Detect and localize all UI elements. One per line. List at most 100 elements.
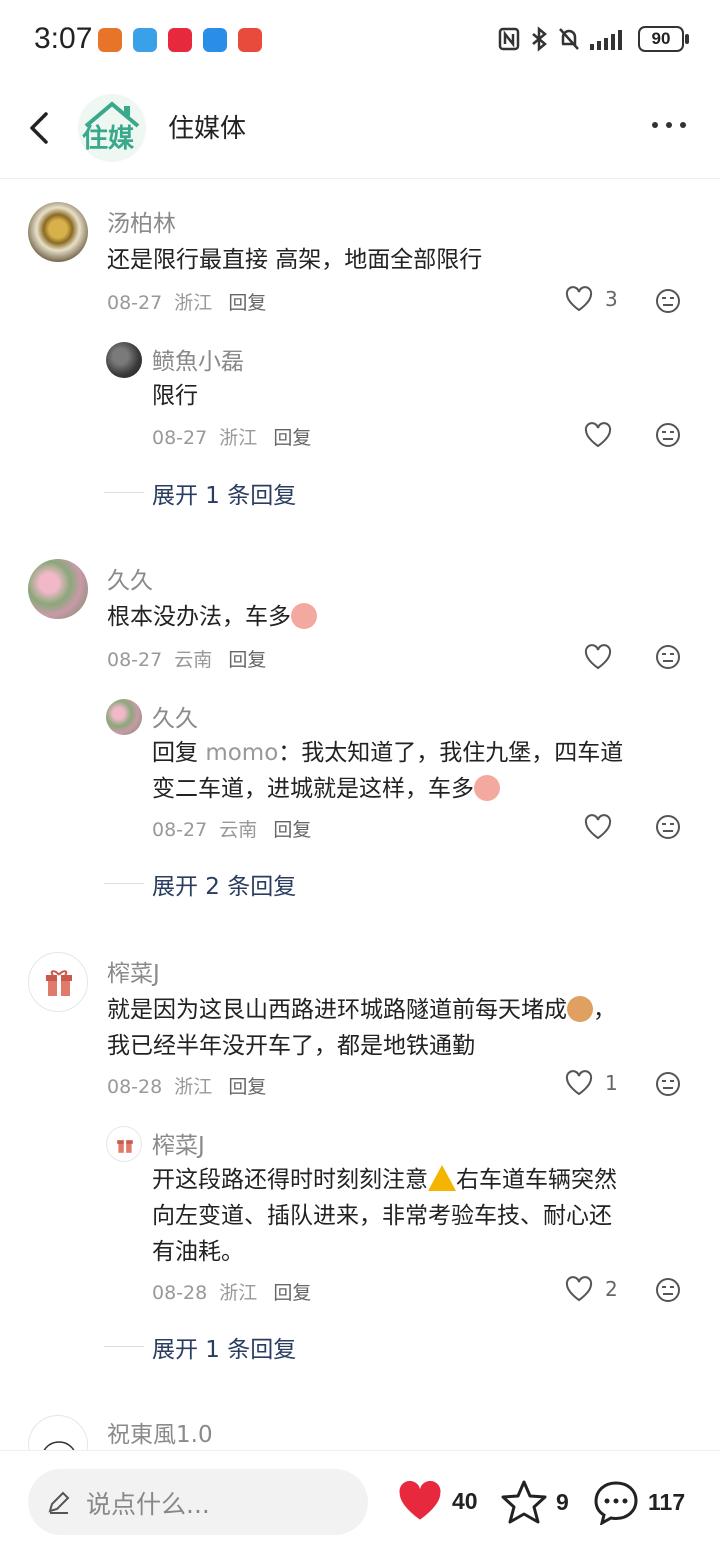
avatar[interactable] (106, 1126, 142, 1162)
favorite-count: 9 (556, 1488, 569, 1515)
comment-count: 117 (648, 1488, 686, 1515)
reply-button[interactable]: 回复 (273, 819, 311, 841)
reply-prefix: 回复 (152, 740, 198, 766)
avatar[interactable] (28, 202, 88, 262)
notification-icons (98, 28, 262, 52)
reply-button[interactable]: 回复 (273, 427, 311, 449)
heart-outline-icon[interactable] (584, 644, 612, 670)
comment-username[interactable]: 祝東風1.0 (107, 1415, 213, 1449)
like-count: 3 (605, 287, 618, 311)
dog-emoji-icon (567, 996, 593, 1022)
favorite-button[interactable]: 9 (500, 1479, 569, 1525)
app-notification-icon (98, 28, 122, 52)
reply-text-line2: 变二车道，进城就是这样，车多 (152, 776, 474, 802)
bluetooth-icon (532, 26, 547, 52)
comment-text: 还是限行最直接 高架，地面全部限行 (107, 247, 483, 273)
avatar[interactable] (106, 342, 142, 378)
avatar[interactable] (28, 952, 88, 1012)
reply-location: 云南 (219, 819, 258, 841)
comment-text-line2: 我已经半年没开车了，都是地铁通勤 (107, 1033, 475, 1059)
reply-text-line2: 向左变道、插队进来，非常考验车技、耐心还 (152, 1203, 612, 1229)
status-time: 3:07 (34, 22, 93, 55)
app-notification-icon (133, 28, 157, 52)
comment-username[interactable]: 榨菜J (107, 954, 160, 988)
reply-text: 开这段路还得时时刻刻注意 右车道车辆突然 向左变道、插队进来，非常考验车技、耐心还… (152, 1162, 697, 1270)
gift-icon (117, 1140, 133, 1153)
dislike-face-icon[interactable] (655, 1071, 681, 1097)
back-arrow-icon[interactable] (22, 106, 58, 150)
reply-button[interactable]: 回复 (228, 1076, 266, 1098)
app-notification-icon (203, 28, 227, 52)
reply-username[interactable]: 久久 (152, 699, 198, 733)
reply-date: 08-27 (152, 819, 208, 841)
comment-count-button[interactable]: 117 (592, 1479, 685, 1525)
heart-outline-icon (565, 1276, 593, 1302)
status-right: 90 (498, 26, 689, 52)
comment-text: 根本没办法，车多 (107, 599, 317, 635)
comment-bubble-icon (594, 1481, 638, 1525)
like-count: 2 (605, 1277, 618, 1301)
reply-button[interactable]: 回复 (228, 292, 266, 314)
comment-location: 云南 (174, 649, 213, 671)
like-button[interactable]: 3 (565, 286, 618, 312)
comment-text: 就是因为这艮山西路进环城路隧道前每天堵成 ， 我已经半年没开车了，都是地铁通勤 (107, 992, 697, 1064)
comment-text-body: 根本没办法，车多 (107, 604, 291, 630)
expand-replies-button[interactable]: 展开 1 条回复 (103, 476, 296, 510)
comment-input[interactable]: 说点什么... (28, 1469, 368, 1535)
reply-username[interactable]: 鲼魚小磊 (152, 342, 244, 376)
reply-location: 浙江 (219, 1282, 258, 1304)
pen-icon (48, 1491, 70, 1514)
dislike-face-icon[interactable] (655, 422, 681, 448)
reply-meta: 08-27 浙江 回复 (152, 423, 311, 450)
mute-bell-icon (559, 28, 579, 50)
status-bar: 3:07 90 (0, 0, 720, 84)
reply-text-line1: ：我太知道了，我住九堡，四车道 (278, 740, 624, 766)
heart-outline-icon[interactable] (584, 814, 612, 840)
post-like-count: 40 (452, 1487, 478, 1514)
comment-text-line1: 就是因为这艮山西路进环城路隧道前每天堵成 (107, 997, 567, 1023)
dislike-face-icon[interactable] (655, 1277, 681, 1303)
app-notification-icon (168, 28, 192, 52)
gift-icon (46, 970, 72, 996)
avatar[interactable] (28, 559, 88, 619)
like-button[interactable]: 2 (565, 1276, 618, 1302)
like-count: 1 (605, 1071, 618, 1095)
dislike-face-icon[interactable] (655, 814, 681, 840)
dislike-face-icon[interactable] (655, 288, 681, 314)
reply-username[interactable]: 榨菜J (152, 1126, 205, 1160)
reply-text: 限行 (152, 383, 198, 409)
comment-username[interactable]: 汤柏林 (107, 204, 176, 238)
battery-indicator: 90 (638, 26, 689, 52)
expand-replies-button[interactable]: 展开 1 条回复 (103, 1330, 296, 1364)
app-notification-icon (238, 28, 262, 52)
comment-location: 浙江 (174, 1076, 213, 1098)
comment-meta: 08-27 浙江 回复 (107, 288, 266, 315)
heart-outline-icon (565, 1070, 593, 1096)
like-post-button[interactable]: 40 (396, 1479, 478, 1523)
comment-date: 08-28 (107, 1076, 163, 1098)
comment-date: 08-27 (107, 292, 163, 314)
comment-username[interactable]: 久久 (107, 561, 153, 595)
logo-text: 住媒 (82, 124, 135, 154)
like-button[interactable]: 1 (565, 1070, 618, 1096)
reply-to-user[interactable]: momo (205, 740, 278, 766)
heart-outline-icon[interactable] (584, 422, 612, 448)
reply-meta: 08-27 云南 回复 (152, 815, 311, 842)
signal-icon (590, 30, 622, 50)
more-options-button[interactable] (652, 122, 686, 128)
tired-peach-emoji-icon (291, 603, 317, 629)
reply-button[interactable]: 回复 (273, 1282, 311, 1304)
avatar[interactable] (106, 699, 142, 735)
comment-input-placeholder: 说点什么... (86, 1490, 210, 1519)
account-avatar[interactable]: 住媒 (78, 94, 146, 162)
nfc-icon (498, 27, 520, 51)
reply-button[interactable]: 回复 (228, 649, 266, 671)
comment-meta: 08-28 浙江 回复 (107, 1072, 266, 1099)
comment-location: 浙江 (174, 292, 213, 314)
expand-replies-button[interactable]: 展开 2 条回复 (103, 867, 296, 901)
dot (680, 122, 686, 128)
heart-filled-icon (399, 1480, 441, 1520)
star-outline-icon (501, 1480, 547, 1524)
reply-location: 浙江 (219, 427, 258, 449)
dislike-face-icon[interactable] (655, 644, 681, 670)
